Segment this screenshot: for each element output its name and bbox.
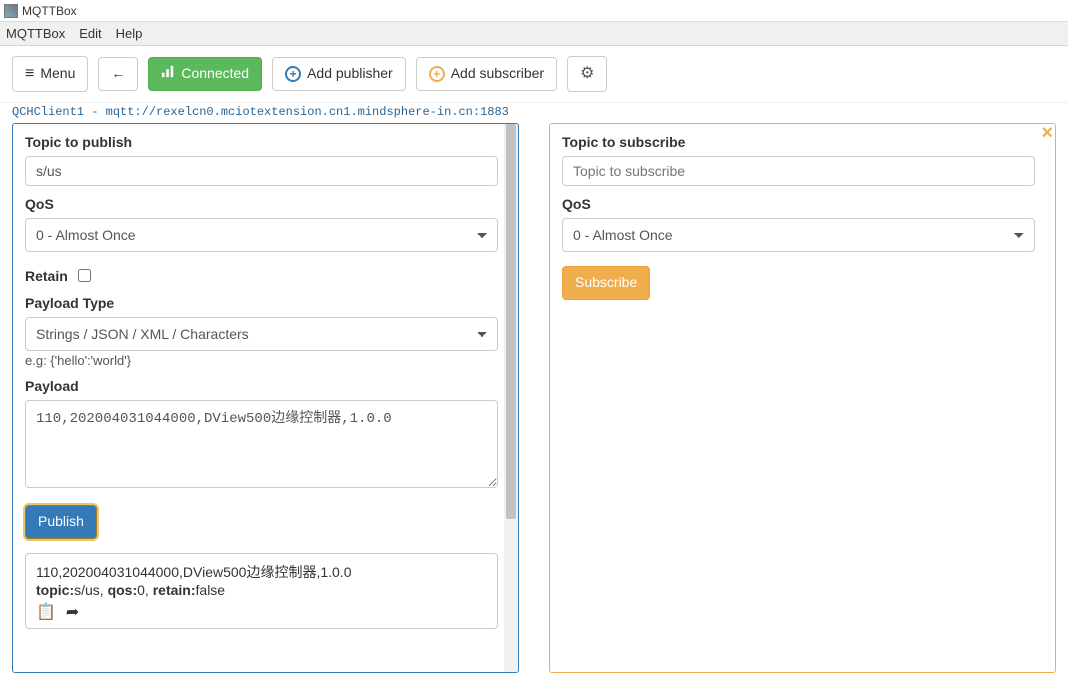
toolbar: Menu ← Connected + Add publisher + Add s… (0, 46, 1068, 103)
hamburger-icon (25, 63, 34, 85)
published-message-meta: topic:s/us, qos:0, retain:false (36, 582, 487, 598)
back-button[interactable]: ← (98, 57, 138, 91)
subscribe-button[interactable]: Subscribe (562, 266, 650, 300)
add-publisher-label: Add publisher (307, 64, 393, 84)
qos-label: QoS (562, 196, 1035, 212)
menu-button-label: Menu (40, 64, 75, 84)
add-publisher-button[interactable]: + Add publisher (272, 57, 406, 91)
connected-label: Connected (181, 64, 249, 84)
payload-label: Payload (25, 378, 498, 394)
payload-textarea[interactable]: 110,202004031044000,DView500边缘控制器,1.0.0 (25, 400, 498, 488)
menubar-item-mqttbox[interactable]: MQTTBox (6, 26, 65, 41)
app-icon (4, 4, 18, 18)
gear-icon: ⚙ (580, 63, 594, 85)
close-icon[interactable]: × (1041, 123, 1053, 145)
add-subscriber-button[interactable]: + Add subscriber (416, 57, 557, 91)
qos-label: QoS (25, 196, 498, 212)
qos-select[interactable]: 0 - Almost Once (25, 218, 498, 252)
payload-type-select[interactable]: Strings / JSON / XML / Characters (25, 317, 498, 351)
menu-button[interactable]: Menu (12, 56, 88, 92)
plus-circle-icon: + (285, 66, 301, 82)
subscriber-panel: × Topic to subscribe QoS 0 - Almost Once… (549, 123, 1056, 673)
republish-icon[interactable]: ➦ (66, 602, 79, 622)
publisher-panel: × Topic to publish QoS 0 - Almost Once R… (12, 123, 519, 673)
published-message-body: 110,202004031044000,DView500边缘控制器,1.0.0 (36, 562, 487, 582)
menubar-item-help[interactable]: Help (116, 26, 143, 41)
topic-to-publish-label: Topic to publish (25, 134, 498, 150)
retain-checkbox[interactable] (78, 269, 91, 282)
topic-to-publish-input[interactable] (25, 156, 498, 186)
window-titlebar: MQTTBox (0, 0, 1068, 22)
topic-to-subscribe-input[interactable] (562, 156, 1035, 186)
published-message: 110,202004031044000,DView500边缘控制器,1.0.0 … (25, 553, 498, 629)
settings-button[interactable]: ⚙ (567, 56, 607, 92)
publish-button[interactable]: Publish (25, 505, 97, 539)
window-title: MQTTBox (22, 4, 77, 18)
signal-icon (161, 64, 175, 84)
connection-string: QCHClient1 - mqtt://rexelcn0.mciotextens… (0, 103, 1068, 119)
payload-type-label: Payload Type (25, 295, 498, 311)
topic-to-subscribe-label: Topic to subscribe (562, 134, 1035, 150)
copy-icon[interactable]: 📋 (36, 602, 56, 622)
connected-button[interactable]: Connected (148, 57, 262, 91)
app-menubar: MQTTBox Edit Help (0, 22, 1068, 46)
arrow-left-icon: ← (111, 64, 125, 84)
plus-circle-icon: + (429, 66, 445, 82)
retain-label: Retain (25, 268, 68, 284)
payload-type-help: e.g: {'hello':'world'} (25, 353, 498, 368)
scrollbar-thumb[interactable] (506, 124, 516, 519)
panels-row: × Topic to publish QoS 0 - Almost Once R… (0, 119, 1068, 685)
qos-select[interactable]: 0 - Almost Once (562, 218, 1035, 252)
scrollbar[interactable] (504, 124, 518, 672)
menubar-item-edit[interactable]: Edit (79, 26, 101, 41)
add-subscriber-label: Add subscriber (451, 64, 544, 84)
